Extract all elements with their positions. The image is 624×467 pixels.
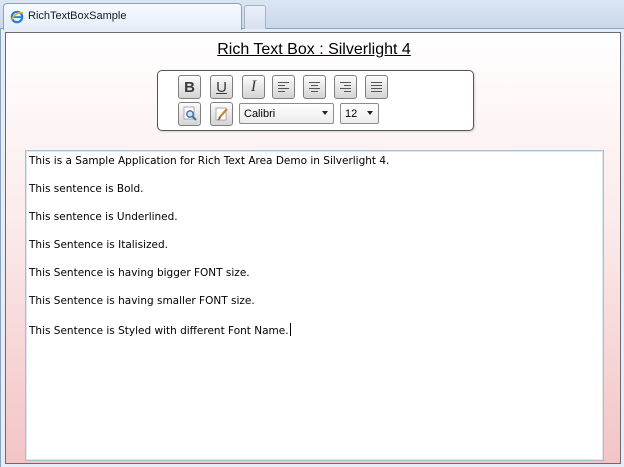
browser-tab[interactable]: RichTextBoxSample [3, 3, 242, 30]
align-right-icon [340, 82, 351, 92]
paint-brush-icon [215, 107, 228, 121]
magnifier-icon [183, 106, 197, 121]
rich-text-area[interactable]: This is a Sample Application for Rich Te… [25, 150, 604, 461]
align-justify-icon [371, 82, 382, 92]
align-center-button[interactable] [303, 75, 326, 99]
align-left-button[interactable] [272, 75, 295, 99]
silverlight-app: Rich Text Box : Silverlight 4 B U I Cali… [5, 32, 621, 464]
align-right-button[interactable] [334, 75, 357, 99]
text-line-content: This Sentence is Styled with different F… [29, 325, 289, 337]
text-line-last: This Sentence is Styled with different F… [29, 323, 291, 337]
text-caret [289, 323, 291, 336]
font-family-select[interactable]: Calibri [239, 103, 334, 124]
ie-page-icon [10, 9, 24, 24]
text-line: This Sentence is Italisized. [29, 239, 168, 251]
text-line: This sentence is Bold. [29, 183, 144, 195]
font-size-select[interactable]: 12 [340, 103, 379, 124]
new-tab-icon[interactable] [244, 5, 266, 29]
page-title: Rich Text Box : Silverlight 4 [217, 41, 411, 58]
underline-icon: U [216, 78, 227, 96]
italic-icon: I [250, 78, 257, 95]
text-line: This Sentence is having bigger FONT size… [29, 267, 250, 279]
align-center-icon [309, 82, 320, 92]
bold-button[interactable]: B [178, 75, 201, 99]
formatting-toolbar: B U I Calibri 12 [157, 70, 474, 131]
align-justify-button[interactable] [365, 75, 388, 99]
text-line: This sentence is Underlined. [29, 211, 178, 223]
font-family-value: Calibri [244, 108, 276, 120]
bold-icon: B [184, 78, 195, 96]
browser-viewport: Rich Text Box : Silverlight 4 B U I Cali… [0, 29, 624, 467]
underline-button[interactable]: U [210, 75, 233, 99]
text-line: This is a Sample Application for Rich Te… [29, 155, 390, 167]
style-button[interactable] [210, 102, 233, 126]
text-line: This Sentence is having smaller FONT siz… [29, 295, 255, 307]
browser-tab-strip: RichTextBoxSample [0, 0, 624, 30]
chevron-down-icon [367, 111, 373, 115]
browser-tab-title: RichTextBoxSample [28, 10, 127, 22]
chevron-down-icon [322, 111, 328, 115]
italic-button[interactable]: I [242, 75, 265, 99]
zoom-button[interactable] [178, 102, 201, 126]
font-size-value: 12 [345, 108, 358, 120]
align-left-icon [278, 82, 289, 92]
